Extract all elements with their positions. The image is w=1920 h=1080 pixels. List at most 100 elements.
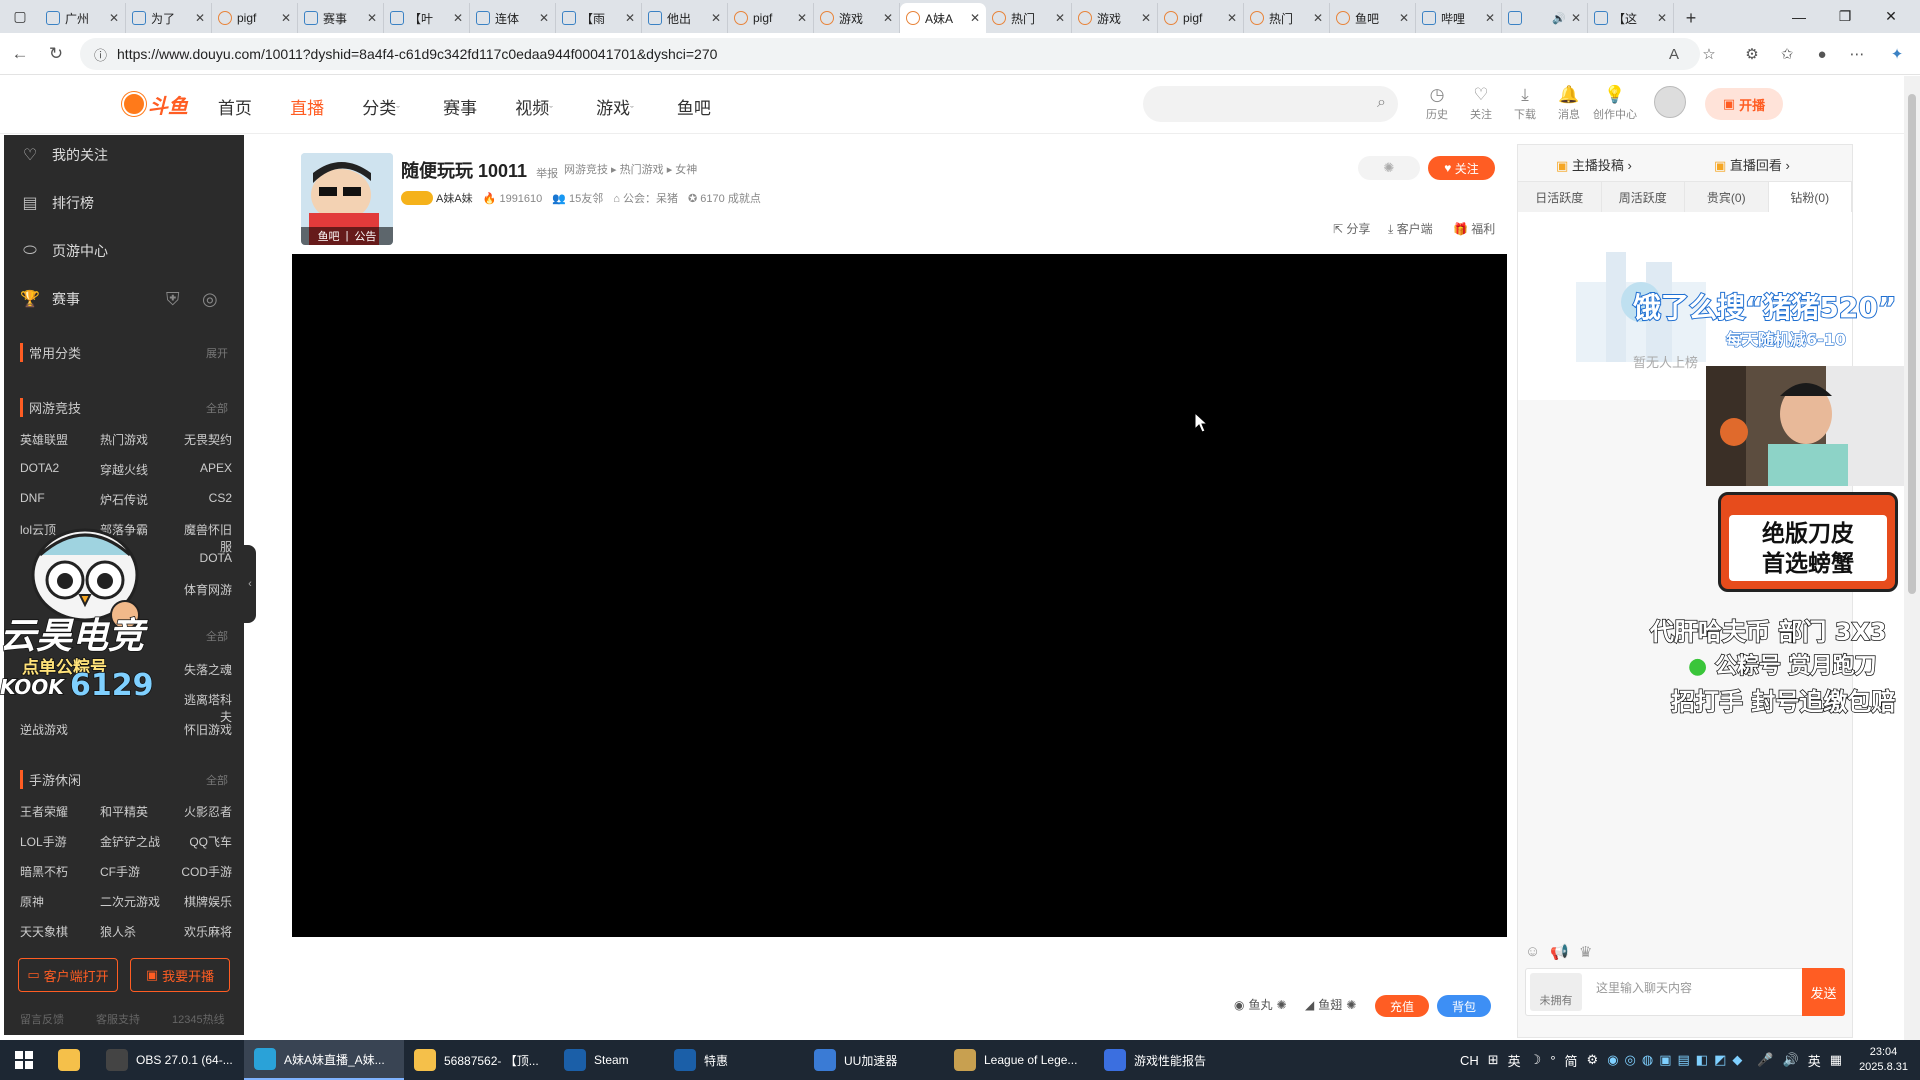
ime-lang[interactable]: 英 (1508, 1051, 1521, 1070)
browser-tab[interactable]: 鱼吧 ✕ (1330, 3, 1416, 33)
taskbar-app[interactable]: Steam (554, 1040, 664, 1080)
maximize-icon[interactable]: ❐ (1822, 0, 1868, 33)
close-tab-icon[interactable]: ✕ (1141, 11, 1151, 25)
fishbar-link[interactable]: 鱼吧 (318, 228, 340, 244)
online-games-more[interactable]: 全部 (206, 400, 228, 416)
taskbar-app[interactable] (48, 1040, 96, 1080)
category-link[interactable]: 英雄联盟 (20, 431, 90, 448)
tray-ch-icon[interactable]: CH (1460, 1053, 1479, 1068)
share-button[interactable]: ⇱ 分享 (1333, 220, 1370, 237)
category-link[interactable]: 棋牌娱乐 (176, 893, 232, 910)
welfare-button[interactable]: 🎁 福利 (1453, 220, 1495, 237)
rank-tab-weekly[interactable]: 周活跃度 (1602, 182, 1685, 212)
sidebar-item[interactable]: ▤ 排行榜 (4, 183, 244, 223)
category-link[interactable]: 穿越火线 (100, 461, 170, 478)
nav-item[interactable]: 首页 (218, 94, 252, 119)
nav-item[interactable]: 赛事 (443, 94, 477, 119)
browser-tab[interactable]: 游戏 ✕ (814, 3, 900, 33)
browser-tab[interactable]: 广州 ✕ (40, 3, 126, 33)
header-heart-button[interactable]: ♡ 关注 (1459, 85, 1503, 122)
tab-actions-icon[interactable]: ▢ (0, 0, 40, 33)
browser-tab[interactable]: 🔊 ✕ (1502, 3, 1588, 33)
search-input[interactable]: ⌕ (1143, 86, 1398, 122)
crown-icon[interactable]: ♛ (1579, 943, 1592, 961)
page-scrollbar[interactable] (1904, 76, 1920, 1040)
category-link[interactable]: CF手游 (100, 863, 170, 880)
category-link[interactable]: 二次元游戏 (100, 893, 170, 910)
rank-tab-diamond[interactable]: 钻粉(0) (1768, 182, 1852, 212)
start-button[interactable] (0, 1040, 48, 1080)
header-bell-button[interactable]: 🔔 消息 (1547, 85, 1591, 122)
lol-league-icon[interactable]: ⛨ (166, 289, 180, 310)
category-link[interactable]: 无畏契约 (176, 431, 232, 448)
category-link[interactable]: 怀旧游戏 (176, 721, 232, 738)
browser-tab[interactable]: 哔哩 ✕ (1416, 3, 1502, 33)
emoji-icon[interactable]: ☺ (1525, 943, 1540, 961)
close-tab-icon[interactable]: ✕ (883, 11, 893, 25)
category-link[interactable]: 炉石传说 (100, 491, 170, 508)
nav-item[interactable]: 游戏ˇ (596, 94, 634, 119)
start-live-button[interactable]: ▣ 开播 (1705, 88, 1783, 120)
category-link[interactable]: 原神 (20, 893, 90, 910)
browser-tab[interactable]: A妹A ✕ (900, 3, 986, 33)
friends-count[interactable]: 15友邻 (569, 193, 603, 205)
category-link[interactable]: COD手游 (176, 863, 232, 880)
taskbar-app[interactable]: UU加速器 (804, 1040, 944, 1080)
browser-tab[interactable]: 热门 ✕ (986, 3, 1072, 33)
category-link[interactable]: 王者荣耀 (20, 803, 90, 820)
category-link[interactable]: 金铲铲之战 (100, 833, 170, 850)
taskbar-app[interactable]: OBS 27.0.1 (64-... (96, 1040, 244, 1080)
close-tab-icon[interactable]: ✕ (625, 11, 635, 25)
browser-tab[interactable]: 【这 ✕ (1588, 3, 1674, 33)
rank-tab-vip[interactable]: 贵宾(0) (1685, 182, 1769, 212)
close-tab-icon[interactable]: ✕ (453, 11, 463, 25)
favorite-star-icon[interactable]: ☆ (1697, 42, 1721, 66)
send-button[interactable]: 发送 (1802, 968, 1845, 1016)
close-tab-icon[interactable]: ✕ (1313, 11, 1323, 25)
browser-tab[interactable]: pigf ✕ (212, 3, 298, 33)
taskbar-app[interactable]: A妹A妹直播_A妹... (244, 1040, 404, 1080)
category-link[interactable]: 失落之魂 (176, 661, 232, 678)
copilot-icon[interactable]: ✦ (1885, 42, 1909, 66)
tray-keyboard-icon[interactable]: ⊞ (1488, 1052, 1499, 1068)
dota2-league-icon[interactable]: ◎ (202, 289, 218, 310)
client-button[interactable]: ⤓ 客户端 (1388, 220, 1433, 237)
breadcrumb-tag[interactable]: 女神 (675, 164, 697, 176)
nav-item[interactable]: 直播 (290, 94, 324, 119)
guild-name[interactable]: 公会：呆猪 (623, 193, 678, 205)
category-link[interactable]: DOTA2 (20, 461, 90, 475)
rank-tab-daily[interactable]: 日活跃度 (1518, 182, 1602, 212)
browser-tab[interactable]: 【雨 ✕ (556, 3, 642, 33)
common-category-expand[interactable]: 展开 (206, 345, 228, 361)
header-download-button[interactable]: ⤓ 下载 (1503, 85, 1547, 122)
browser-tab[interactable]: pigf ✕ (728, 3, 814, 33)
backpack-button[interactable]: 背包 (1437, 995, 1491, 1017)
browser-tab[interactable]: 连体 ✕ (470, 3, 556, 33)
ime-mode[interactable]: 简 (1565, 1051, 1578, 1070)
category-link[interactable]: APEX (176, 461, 232, 475)
browser-tab[interactable]: 【叶 ✕ (384, 3, 470, 33)
new-tab-button[interactable]: + (1674, 3, 1708, 33)
extension-icon[interactable]: ⚙ (1740, 42, 1764, 66)
tray-app-icons[interactable]: ◉◎◍▣▤◧◩◆ (1607, 1052, 1748, 1068)
recharge-button[interactable]: 充值 (1375, 995, 1429, 1017)
category-link[interactable]: LOL手游 (20, 833, 90, 850)
taskbar-app[interactable]: 游戏性能报告 (1094, 1040, 1244, 1080)
close-tab-icon[interactable]: ✕ (367, 11, 377, 25)
category-link[interactable]: 魔兽怀旧服 (176, 521, 232, 555)
replay-tab[interactable]: ▣ 直播回看 › (1714, 155, 1790, 174)
close-tab-icon[interactable]: ✕ (711, 11, 721, 25)
douyu-logo[interactable]: 斗鱼 (122, 88, 202, 120)
sidebar-item[interactable]: ⬭ 页游中心 (4, 231, 244, 271)
search-icon[interactable]: ⌕ (1377, 94, 1386, 112)
ime-moon-icon[interactable]: ☽ (1530, 1052, 1542, 1068)
category-link[interactable]: DNF (20, 491, 90, 505)
close-tab-icon[interactable]: ✕ (1485, 11, 1495, 25)
close-tab-icon[interactable]: ✕ (281, 11, 291, 25)
favorites-icon[interactable]: ✩ (1775, 42, 1799, 66)
browser-tab[interactable]: 热门 ✕ (1244, 3, 1330, 33)
ime-settings-icon[interactable]: ⚙ (1587, 1052, 1599, 1068)
profile-icon[interactable]: ● (1810, 42, 1834, 66)
clock[interactable]: 23:04 2025.8.31 (1859, 1045, 1908, 1075)
category-link[interactable]: 狼人杀 (100, 923, 170, 940)
